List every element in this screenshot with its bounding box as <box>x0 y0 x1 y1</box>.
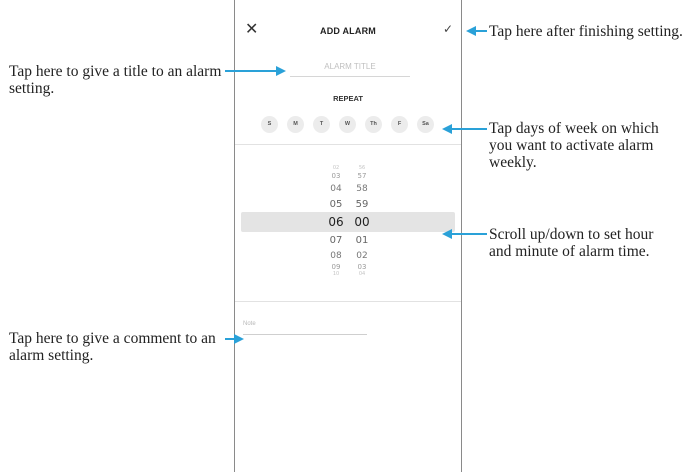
minute-option[interactable]: 58 <box>351 184 373 194</box>
minute-selected[interactable]: 00 <box>351 215 373 229</box>
header-bar: ✕ ADD ALARM ✓ <box>235 0 461 62</box>
scroll-tip-text: Scroll up/down to set hour and minute of… <box>489 226 654 260</box>
hour-option[interactable]: 04 <box>325 184 347 194</box>
minute-wheel[interactable]: 56 57 58 59 00 01 02 03 04 <box>351 0 373 472</box>
hour-option[interactable]: 09 <box>325 263 347 271</box>
title-tip-arrow <box>225 70 277 72</box>
minute-option[interactable]: 04 <box>351 271 373 277</box>
minute-option[interactable]: 02 <box>351 251 373 261</box>
title-tip-text: Tap here to give a title to an alarm set… <box>9 63 222 97</box>
hour-option[interactable]: 10 <box>325 271 347 277</box>
hour-wheel[interactable]: 02 03 04 05 06 07 08 09 10 <box>325 0 347 472</box>
day-button-monday[interactable]: M <box>287 116 304 133</box>
note-input[interactable]: Note <box>243 321 367 335</box>
minute-option[interactable]: 57 <box>351 172 373 180</box>
day-selector: S M T W Th F Sa <box>261 116 437 134</box>
time-selection-highlight <box>241 212 455 232</box>
page-title: ADD ALARM <box>320 26 376 36</box>
note-tip-text: Tap here to give a comment to an alarm s… <box>9 330 216 364</box>
hour-option[interactable]: 03 <box>325 172 347 180</box>
days-tip-text: Tap days of week on which you want to ac… <box>489 120 659 171</box>
minute-option[interactable]: 03 <box>351 263 373 271</box>
hour-option[interactable]: 05 <box>325 199 347 210</box>
finish-tip-text: Tap here after finishing setting. <box>489 23 683 40</box>
note-tip-arrowhead <box>234 334 244 344</box>
scroll-tip-arrow <box>451 233 487 235</box>
day-button-saturday[interactable]: Sa <box>417 116 434 133</box>
checkmark-icon[interactable]: ✓ <box>443 23 453 35</box>
alarm-title-input[interactable]: ALARM TITLE <box>290 62 410 77</box>
finish-tip-arrow <box>475 30 487 32</box>
minute-option[interactable]: 59 <box>351 199 373 210</box>
hour-option[interactable]: 02 <box>325 165 347 171</box>
days-tip-arrow <box>451 128 487 130</box>
title-tip-arrowhead <box>276 66 286 76</box>
day-button-sunday[interactable]: S <box>261 116 278 133</box>
hour-option[interactable]: 07 <box>325 235 347 246</box>
section-divider <box>235 301 461 302</box>
minute-option[interactable]: 56 <box>351 165 373 171</box>
hour-option[interactable]: 08 <box>325 251 347 261</box>
section-divider <box>235 144 461 145</box>
hour-selected[interactable]: 06 <box>325 215 347 229</box>
day-button-friday[interactable]: F <box>391 116 408 133</box>
minute-option[interactable]: 01 <box>351 235 373 246</box>
repeat-label: REPEAT <box>333 94 363 103</box>
